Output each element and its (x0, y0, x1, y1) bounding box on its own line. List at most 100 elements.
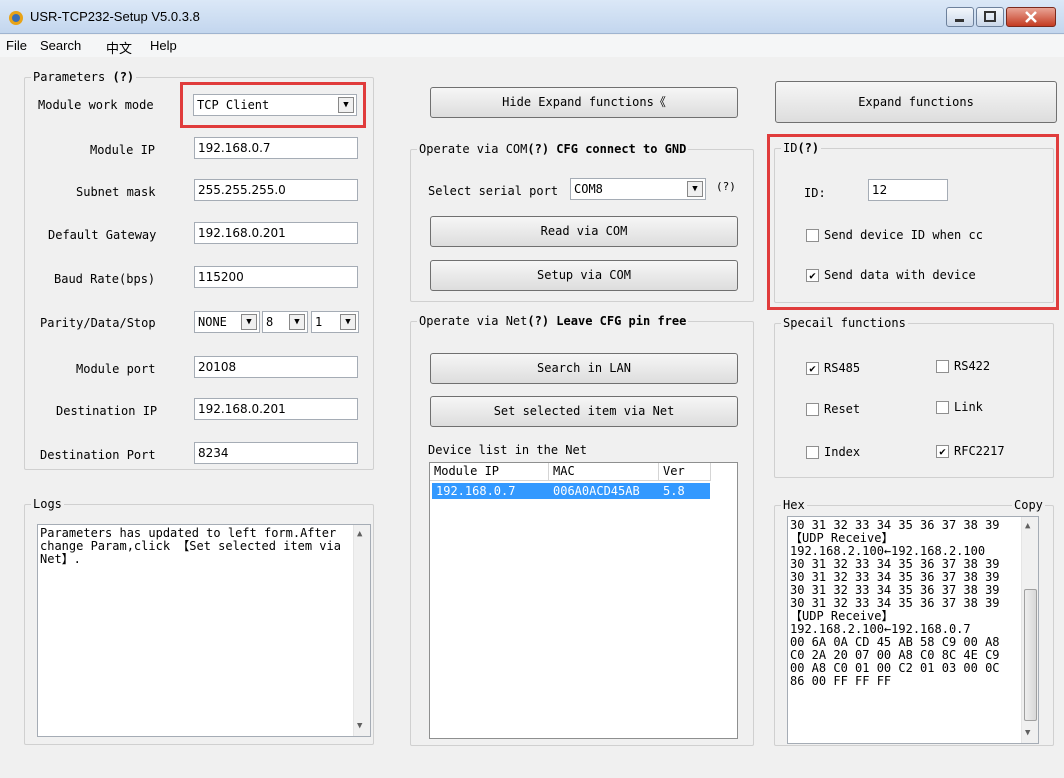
device-list[interactable]: Module IP MAC Ver 192.168.0.7 006A0ACD45… (429, 462, 738, 739)
logs-scrollbar[interactable]: ▲ ▼ (353, 525, 370, 736)
reset-label: Reset (824, 402, 861, 416)
send-data-checkbox[interactable]: ✔ (806, 269, 819, 282)
device-list-label: Device list in the Net (428, 443, 587, 457)
app-icon (9, 11, 23, 25)
logs-textarea[interactable]: Parameters has updated to left form.Afte… (37, 524, 371, 737)
pds-label: Parity/Data/Stop (40, 316, 156, 330)
setup-com-button[interactable]: Setup via COM (430, 260, 738, 291)
scroll-down-icon: ▼ (1025, 728, 1031, 738)
title-bar: USR-TCP232-Setup V5.0.3.8 (0, 0, 1064, 34)
minimize-icon (955, 19, 964, 22)
index-label: Index (824, 445, 861, 459)
data-bits-value: 8 (266, 315, 274, 329)
maximize-icon (984, 11, 996, 22)
baud-input[interactable]: 115200 (194, 266, 358, 288)
stop-bits-select[interactable]: 1 ▼ (311, 311, 359, 333)
row-ver: 5.8 (663, 484, 685, 498)
work-mode-value: TCP Client (197, 98, 270, 112)
menu-chinese[interactable]: 中文 (106, 38, 132, 57)
parameters-title: Parameters (33, 70, 106, 84)
com-title: Operate via COM (419, 142, 528, 156)
id-input[interactable]: 12 (868, 179, 948, 201)
table-row[interactable]: 192.168.0.7 006A0ACD45AB 5.8 (432, 483, 710, 499)
reset-checkbox[interactable] (806, 403, 819, 416)
menu-bar: File Search 中文 Help (0, 35, 1064, 57)
module-ip-label: Module IP (90, 143, 156, 157)
close-button[interactable] (1006, 7, 1056, 27)
com-help[interactable]: (?) (527, 142, 549, 156)
scroll-thumb[interactable] (1024, 589, 1037, 721)
id-help[interactable]: (?) (797, 141, 819, 155)
parameters-legend: Parameters (?) (31, 70, 136, 84)
serial-port-value: COM8 (574, 182, 603, 196)
rfc2217-label: RFC2217 (954, 444, 1005, 458)
minimize-button[interactable] (946, 7, 974, 27)
copy-link[interactable]: Copy (1012, 498, 1045, 512)
serial-port-select[interactable]: COM8 ▼ (570, 178, 706, 200)
net-title: Operate via Net (419, 314, 528, 328)
rs485-label: RS485 (824, 361, 861, 375)
chevron-down-icon: ▼ (338, 97, 354, 113)
hex-line: 86 00 FF FF FF (790, 674, 892, 688)
link-label: Link (954, 400, 983, 414)
com-legend: Operate via COM(?) CFG connect to GND (417, 142, 688, 156)
hex-legend: Hex (783, 498, 805, 512)
net-note: Leave CFG pin free (556, 314, 687, 328)
expand-functions-button[interactable]: Expand functions (775, 81, 1057, 123)
hide-expand-button[interactable]: Hide Expand functions《 (430, 87, 738, 118)
chevron-down-icon: ▼ (241, 314, 257, 330)
rfc2217-checkbox[interactable]: ✔ (936, 445, 949, 458)
parameters-help[interactable]: (?) (112, 70, 134, 84)
id-title: ID (783, 141, 798, 155)
hex-scrollbar[interactable]: ▲ ▼ (1021, 517, 1038, 743)
special-legend: Specail functions (783, 316, 906, 330)
log-line: change Param,click 【Set selected item vi… (40, 539, 341, 553)
scroll-down-icon: ▼ (357, 721, 363, 731)
rs485-checkbox[interactable]: ✔ (806, 362, 819, 375)
log-line: Net】. (40, 552, 81, 566)
dest-port-input[interactable]: 8234 (194, 442, 358, 464)
gateway-input[interactable]: 192.168.0.201 (194, 222, 358, 244)
col-mac[interactable]: MAC (549, 463, 659, 481)
gateway-label: Default Gateway (48, 228, 157, 242)
row-ip: 192.168.0.7 (436, 484, 516, 498)
read-com-button[interactable]: Read via COM (430, 216, 738, 247)
subnet-label: Subnet mask (76, 185, 156, 199)
rs422-checkbox[interactable] (936, 360, 949, 373)
id-label: ID: (804, 186, 826, 200)
chevron-down-icon: ▼ (340, 314, 356, 330)
scroll-up-icon: ▲ (357, 529, 363, 539)
hex-textarea[interactable]: 30 31 32 33 34 35 36 37 38 39 【UDP Recei… (787, 516, 1039, 744)
data-bits-select[interactable]: 8 ▼ (262, 311, 308, 333)
rs422-label: RS422 (954, 359, 991, 373)
dest-ip-label: Destination IP (56, 404, 158, 418)
net-help[interactable]: (?) (527, 314, 549, 328)
subnet-input[interactable]: 255.255.255.0 (194, 179, 358, 201)
col-ver[interactable]: Ver (659, 463, 711, 481)
menu-search[interactable]: Search (40, 38, 81, 53)
maximize-button[interactable] (976, 7, 1004, 27)
send-id-checkbox[interactable] (806, 229, 819, 242)
work-mode-select[interactable]: TCP Client ▼ (193, 94, 357, 116)
baud-label: Baud Rate(bps) (54, 272, 156, 286)
dest-ip-input[interactable]: 192.168.0.201 (194, 398, 358, 420)
link-checkbox[interactable] (936, 401, 949, 414)
port-help[interactable]: (?) (716, 180, 736, 193)
chevron-down-icon: ▼ (687, 181, 703, 197)
select-port-label: Select serial port (428, 184, 559, 198)
index-checkbox[interactable] (806, 446, 819, 459)
com-note: CFG connect to GND (556, 142, 687, 156)
menu-file[interactable]: File (6, 38, 27, 53)
dest-port-label: Destination Port (40, 448, 156, 462)
port-input[interactable]: 20108 (194, 356, 358, 378)
col-module-ip[interactable]: Module IP (430, 463, 549, 481)
set-net-button[interactable]: Set selected item via Net (430, 396, 738, 427)
search-lan-button[interactable]: Search in LAN (430, 353, 738, 384)
stop-bits-value: 1 (315, 315, 323, 329)
module-ip-input[interactable]: 192.168.0.7 (194, 137, 358, 159)
row-mac: 006A0ACD45AB (553, 484, 640, 498)
parity-value: NONE (198, 315, 227, 329)
menu-help[interactable]: Help (150, 38, 177, 53)
window-title: USR-TCP232-Setup V5.0.3.8 (30, 9, 200, 24)
parity-select[interactable]: NONE ▼ (194, 311, 260, 333)
